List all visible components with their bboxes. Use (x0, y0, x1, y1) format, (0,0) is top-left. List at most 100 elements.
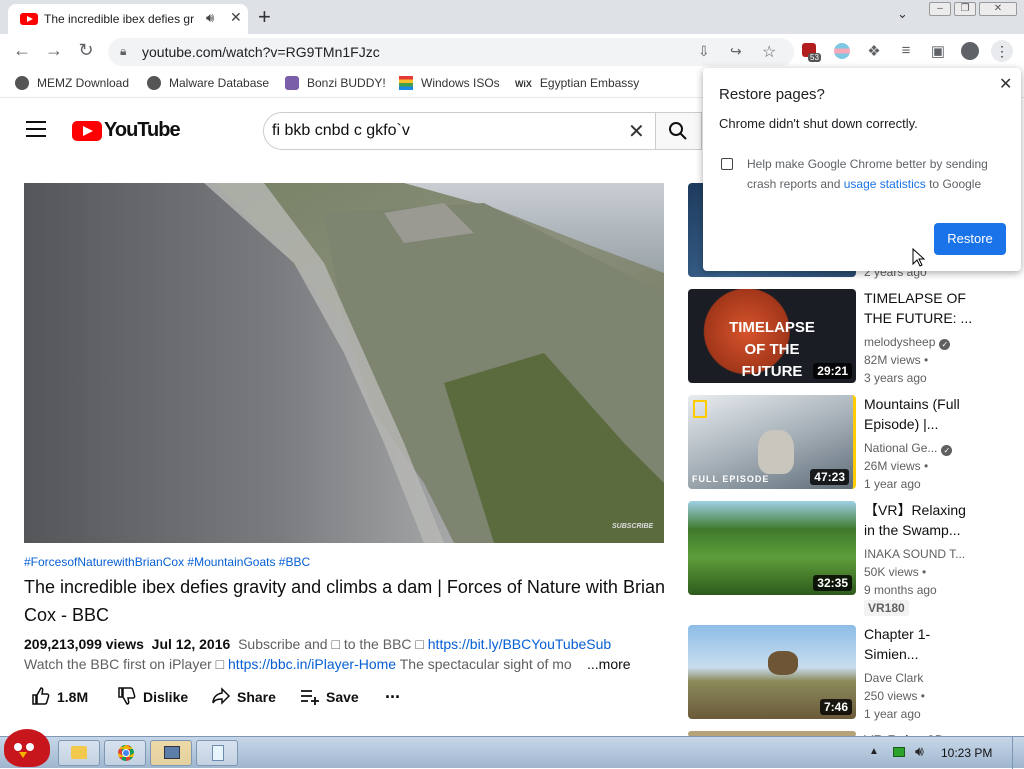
minimize-button[interactable]: – (929, 2, 951, 16)
show-hidden-icons-icon[interactable]: ▲ (869, 746, 879, 757)
media-control-icon[interactable]: ≡ (896, 42, 916, 59)
description-line-2[interactable]: Watch the BBC first on iPlayer □ https:/… (24, 656, 584, 672)
media-player-taskbar-button[interactable] (150, 740, 192, 766)
flag-extension-icon[interactable] (834, 43, 850, 59)
ibex-shape (768, 651, 798, 675)
rainbow-flag-icon (399, 76, 413, 90)
recommendation-thumbnail[interactable]: 32:35 (688, 501, 856, 595)
bookmark-label: Bonzi BUDDY! (307, 76, 386, 90)
bookmark-bonzi-buddy[interactable]: Bonzi BUDDY! (285, 76, 386, 90)
install-icon[interactable]: ⇩ (698, 43, 710, 60)
back-arrow-icon[interactable]: ← (10, 40, 34, 61)
recommendation-thumbnail[interactable]: 7:46 (688, 625, 856, 719)
share-label: Share (237, 689, 276, 705)
start-button-angry-bird-icon[interactable] (4, 729, 50, 767)
like-button[interactable]: 1.8M (31, 686, 88, 706)
clear-search-icon[interactable]: ✕ (628, 119, 645, 144)
youtube-favicon-icon (20, 13, 38, 25)
channel-name[interactable]: Dave Clark (864, 669, 923, 687)
bookmark-windows-isos[interactable]: Windows ISOs (399, 76, 500, 90)
description-line-1[interactable]: 209,213,099 views Jul 12, 2016 Subscribe… (24, 636, 611, 652)
dialog-close-icon[interactable]: ✕ (999, 74, 1012, 94)
recommendation-title[interactable]: Chapter 1- Simien... (864, 624, 974, 664)
thumbnail-text: TIMELAPSE OF THE FUTURE (729, 319, 815, 380)
share-icon[interactable]: ↪ (730, 43, 742, 60)
browser-tab[interactable]: The incredible ibex defies gr 🔊︎ ✕ (8, 4, 248, 34)
forward-arrow-icon[interactable]: → (42, 40, 66, 61)
recommendation-title[interactable]: TIMELAPSE OF THE FUTURE: ... (864, 288, 974, 328)
view-count: 82M views • (864, 353, 929, 367)
channel-name[interactable]: melodysheep ✓ (864, 333, 951, 351)
recommendation-thumbnail[interactable]: FULL EPISODE 47:23 (688, 395, 856, 489)
new-tab-button[interactable]: + (258, 4, 271, 30)
restore-pages-dialog: Restore pages? Chrome didn't shut down c… (703, 68, 1021, 271)
tab-search-chevron-icon[interactable]: ⌄ (897, 6, 908, 22)
view-count: 209,213,099 views (24, 636, 144, 652)
youtube-logo-icon[interactable] (72, 121, 102, 141)
network-icon[interactable] (893, 747, 905, 757)
close-window-button[interactable]: ✕ (979, 2, 1017, 16)
checkbox-text: to Google (925, 177, 982, 191)
channel-name[interactable]: INAKA SOUND T... (864, 545, 965, 563)
more-actions-button[interactable]: ... (385, 682, 400, 703)
upload-age: 1 year ago (864, 477, 921, 491)
video-hashtags[interactable]: #ForcesofNaturewithBrianCox #MountainGoa… (24, 555, 310, 569)
thumbs-up-icon (32, 687, 50, 705)
recommendation-title[interactable]: Mountains (Full Episode) |... (864, 394, 974, 434)
dislike-button[interactable]: Dislike (117, 686, 188, 706)
recommendation-title[interactable]: 【VR】Relaxing in the Swamp... (864, 500, 974, 540)
chrome-menu-icon[interactable]: ⋮ (991, 40, 1013, 62)
notepad-taskbar-button[interactable] (196, 740, 238, 766)
extensions-puzzle-icon[interactable]: ❖ (864, 42, 884, 60)
address-bar[interactable]: 🔒︎ youtube.com/watch?v=RG9TMn1FJzc ⇩ ↪ ☆ (108, 38, 794, 66)
save-button[interactable]: Save (300, 686, 359, 706)
tab-close-icon[interactable]: ✕ (230, 9, 242, 26)
restore-window-button[interactable]: ❐ (954, 2, 976, 16)
subscribe-link[interactable]: https://bit.ly/BBCYouTubeSub (428, 636, 611, 652)
bookmark-label: Egyptian Embassy (539, 76, 640, 90)
hamburger-menu-icon[interactable] (26, 121, 46, 142)
bookmark-star-icon[interactable]: ☆ (762, 42, 776, 62)
url-text: youtube.com/watch?v=RG9TMn1FJzc (142, 44, 380, 60)
restore-button[interactable]: Restore (934, 223, 1006, 255)
volume-icon[interactable]: 🔊︎ (915, 743, 924, 760)
views-label: 50K views (864, 565, 919, 579)
bookmark-malware-database[interactable]: Malware Database (147, 76, 269, 90)
bookmark-egyptian-embassy[interactable]: WiX Egyptian Embassy (515, 76, 639, 90)
subscribe-watermark[interactable]: SUBSCRIBE (612, 523, 653, 530)
views-label: 82M views (864, 353, 921, 367)
profile-avatar-icon[interactable] (961, 42, 979, 60)
wix-icon: WiX (515, 79, 532, 89)
taskbar-clock[interactable]: 10:23 PM (941, 746, 992, 760)
explorer-taskbar-button[interactable] (58, 740, 100, 766)
iplayer-link[interactable]: https://bbc.in/iPlayer-Home (228, 656, 396, 672)
side-panel-icon[interactable]: ▣ (928, 42, 948, 60)
video-player[interactable] (24, 183, 664, 543)
share-button[interactable]: Share (211, 686, 276, 706)
thumbs-down-icon (118, 687, 136, 705)
youtube-wordmark[interactable]: YouTube (104, 119, 181, 142)
usage-statistics-link[interactable]: usage statistics (844, 177, 926, 191)
video-duration: 7:46 (819, 699, 852, 715)
view-count: 26M views • (864, 459, 929, 473)
crash-report-checkbox[interactable] (721, 158, 733, 170)
bookmark-memz[interactable]: MEMZ Download (15, 76, 129, 90)
description-text: Watch the BBC first on iPlayer □ (24, 656, 225, 672)
windows-taskbar: ▲ 🔊︎ 10:23 PM (0, 729, 1024, 769)
channel-name[interactable]: National Ge... ✓ (864, 439, 953, 457)
search-input[interactable]: fi bkb cnbd c gkfo`v ✕ (263, 112, 656, 150)
show-more-button[interactable]: ...more (587, 656, 631, 672)
show-desktop-button[interactable] (1012, 737, 1024, 769)
search-button[interactable] (656, 112, 702, 150)
reload-icon[interactable]: ↻ (74, 40, 98, 61)
chrome-taskbar-button[interactable] (104, 740, 146, 766)
notepad-icon (212, 745, 224, 761)
globe-icon (15, 76, 29, 90)
folder-icon (71, 746, 87, 759)
lock-icon[interactable]: 🔒︎ (120, 44, 126, 59)
bookmark-label: Windows ISOs (421, 76, 500, 90)
save-label: Save (326, 689, 359, 705)
recommendation-thumbnail[interactable]: TIMELAPSE OF THE FUTURE 29:21 (688, 289, 856, 383)
upload-date: Jul 12, 2016 (151, 636, 231, 652)
speaker-icon[interactable]: 🔊︎ (206, 10, 214, 26)
